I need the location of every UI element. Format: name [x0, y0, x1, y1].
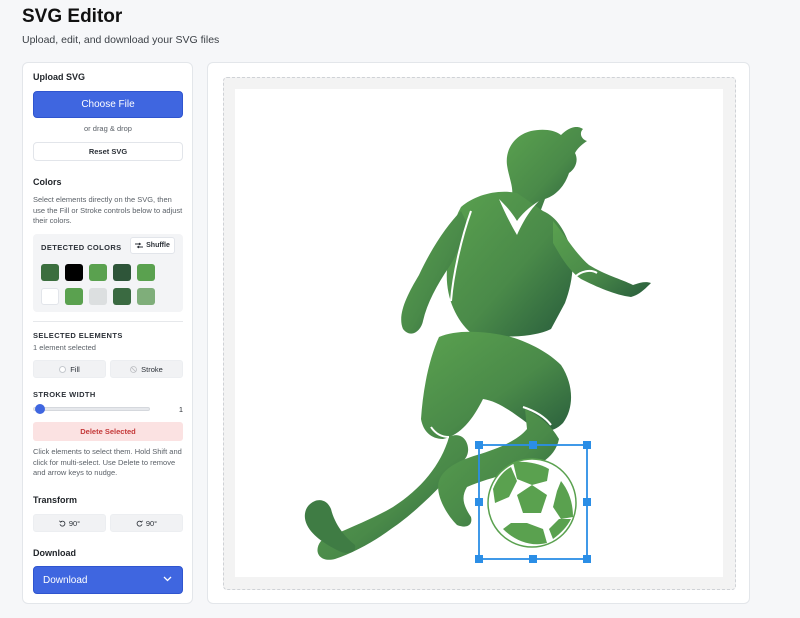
stroke-button[interactable]: Stroke	[110, 360, 183, 378]
divider	[33, 321, 183, 322]
upload-section-title: Upload SVG	[33, 72, 86, 82]
svg-canvas[interactable]	[235, 89, 723, 577]
colors-section-title: Colors	[33, 177, 62, 187]
resize-handle-e[interactable]	[583, 498, 591, 506]
resize-handle-ne[interactable]	[583, 441, 591, 449]
player-silhouette[interactable]	[304, 127, 651, 560]
download-section-title: Download	[33, 548, 76, 558]
download-button[interactable]: Download	[33, 566, 183, 594]
chevron-down-icon	[163, 576, 172, 582]
download-label: Download	[43, 575, 88, 586]
page-title: SVG Editor	[22, 6, 123, 27]
delete-selected-button[interactable]: Delete Selected	[33, 422, 183, 441]
stroke-width-label: STROKE WIDTH	[33, 390, 96, 399]
color-swatch[interactable]	[137, 288, 155, 305]
page-subtitle: Upload, edit, and download your SVG file…	[22, 34, 220, 46]
resize-handle-n[interactable]	[529, 441, 537, 449]
color-swatch[interactable]	[41, 288, 59, 305]
color-swatch[interactable]	[65, 288, 83, 305]
soccer-player-illustration[interactable]	[235, 89, 723, 577]
drop-zone[interactable]	[223, 77, 736, 590]
rotate-ccw-button[interactable]: 90°	[33, 514, 106, 532]
color-swatch[interactable]	[113, 288, 131, 305]
shuffle-icon	[135, 242, 144, 249]
rotate-cw-label: 90°	[145, 518, 158, 528]
soccer-ball[interactable]	[487, 458, 577, 548]
resize-handle-se[interactable]	[583, 555, 591, 563]
detected-colors-panel: DETECTED COLORS Shuffle	[33, 234, 183, 312]
resize-handle-w[interactable]	[475, 498, 483, 506]
stroke-width-slider-thumb[interactable]	[35, 404, 45, 414]
stroke-swatch-icon	[130, 365, 138, 373]
stroke-width-value: 1	[178, 405, 183, 414]
fill-label: Fill	[70, 364, 80, 374]
sidebar-panel: Upload SVG Choose File or drag & drop Re…	[22, 62, 193, 604]
stroke-width-slider[interactable]	[33, 407, 150, 411]
detected-colors-label: DETECTED COLORS	[41, 243, 122, 252]
reset-svg-button[interactable]: Reset SVG	[33, 142, 183, 161]
selected-elements-title: SELECTED ELEMENTS	[33, 331, 123, 340]
colors-help-text: Select elements directly on the SVG, the…	[33, 195, 183, 225]
color-swatch[interactable]	[65, 264, 83, 281]
rotate-cw-button[interactable]: 90°	[110, 514, 183, 532]
fill-swatch-icon	[59, 365, 67, 373]
color-swatch[interactable]	[89, 288, 107, 305]
drag-drop-hint: or drag & drop	[84, 124, 132, 133]
selected-count: 1 element selected	[33, 343, 96, 352]
resize-handle-sw[interactable]	[475, 555, 483, 563]
selection-help-text: Click elements to select them. Hold Shif…	[33, 447, 182, 477]
stroke-label: Stroke	[141, 364, 163, 374]
resize-handle-s[interactable]	[529, 555, 537, 563]
color-swatch[interactable]	[137, 264, 155, 281]
canvas-panel	[207, 62, 750, 604]
color-swatch[interactable]	[89, 264, 107, 281]
shuffle-button[interactable]: Shuffle	[130, 237, 175, 254]
transform-section-title: Transform	[33, 495, 78, 505]
player-back-foot[interactable]	[304, 500, 356, 553]
fill-button[interactable]: Fill	[33, 360, 106, 378]
rotate-ccw-label: 90°	[68, 518, 81, 528]
resize-handle-nw[interactable]	[475, 441, 483, 449]
color-swatch[interactable]	[41, 264, 59, 281]
rotate-cw-icon	[136, 520, 143, 527]
rotate-ccw-icon	[58, 520, 66, 527]
shuffle-label: Shuffle	[146, 242, 170, 249]
choose-file-button[interactable]: Choose File	[33, 91, 183, 118]
color-swatch[interactable]	[113, 264, 131, 281]
